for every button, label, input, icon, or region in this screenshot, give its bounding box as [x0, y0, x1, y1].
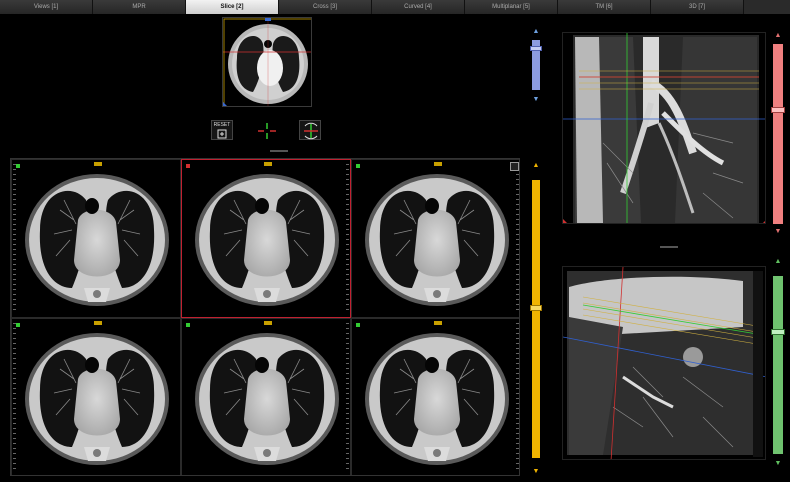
slice-cell[interactable]: [351, 318, 520, 476]
sagittal-view[interactable]: [562, 266, 766, 460]
down-arrow-icon[interactable]: ▼: [531, 468, 541, 476]
slice-marker: [94, 162, 102, 166]
ct-slice-image: [12, 160, 181, 318]
tab-slice[interactable]: Slice [2]: [186, 0, 279, 14]
reset-icon: [217, 129, 227, 139]
up-arrow-icon[interactable]: ▲: [531, 162, 541, 170]
navigator-image: [223, 18, 311, 106]
crosshair-icon: [258, 123, 276, 139]
layout-icon[interactable]: [510, 162, 519, 171]
splitter-handle[interactable]: [660, 246, 678, 248]
slice-cell[interactable]: [351, 159, 520, 318]
sagittal-slider-thumb[interactable]: [771, 329, 785, 336]
ruler: [13, 323, 16, 472]
coronal-view[interactable]: [562, 32, 766, 224]
slice-cell[interactable]: [11, 159, 181, 318]
ruler: [516, 164, 519, 313]
view-marker: [186, 323, 190, 327]
slice-marker: [94, 321, 102, 325]
slice-cell[interactable]: [181, 318, 351, 476]
rotate-button[interactable]: [299, 120, 321, 140]
crosshair-button[interactable]: [255, 120, 277, 140]
down-arrow-icon[interactable]: ▼: [773, 460, 783, 468]
ct-slice-image: [352, 319, 520, 476]
tab-curved[interactable]: Curved [4]: [372, 0, 465, 14]
slice-slider[interactable]: ▲ ▼: [529, 160, 543, 478]
slice-cell-active[interactable]: [181, 159, 351, 318]
coronal-slider-thumb[interactable]: [771, 107, 785, 113]
ct-slice-image: [182, 160, 351, 318]
slice-marker: [264, 321, 272, 325]
view-marker: [356, 323, 360, 327]
up-arrow-icon[interactable]: ▲: [531, 28, 541, 36]
slice-marker: [264, 162, 272, 166]
view-marker: [16, 323, 20, 327]
splitter-handle[interactable]: [270, 150, 288, 152]
navigator-slider-thumb[interactable]: [530, 46, 542, 51]
sagittal-slider[interactable]: ▲ ▼: [771, 258, 785, 468]
tab-multiplanar[interactable]: Multiplanar [5]: [465, 0, 558, 14]
down-arrow-icon[interactable]: ▼: [531, 96, 541, 104]
tab-views[interactable]: Views [1]: [0, 0, 93, 14]
view-marker: [356, 164, 360, 168]
rotate-icon: [304, 122, 318, 140]
ruler: [516, 323, 519, 472]
ct-slice-image: [352, 160, 520, 318]
up-arrow-icon[interactable]: ▲: [773, 32, 783, 40]
reset-button[interactable]: RESET: [211, 120, 233, 140]
slice-grid: [10, 158, 520, 476]
tab-cross[interactable]: Cross [3]: [279, 0, 372, 14]
slice-slider-thumb[interactable]: [530, 305, 542, 312]
sagittal-image: [563, 267, 765, 459]
slice-cell[interactable]: [11, 318, 181, 476]
coronal-slider[interactable]: ▲ ▼: [771, 32, 785, 236]
tab-mpr[interactable]: MPR: [93, 0, 186, 14]
ruler: [13, 164, 16, 313]
coronal-image: [563, 33, 765, 223]
sagittal-slider-track: [773, 276, 783, 454]
navigator-thumbnail[interactable]: [222, 17, 312, 107]
slice-slider-track: [532, 180, 540, 458]
tab-bar: Views [1] MPR Slice [2] Cross [3] Curved…: [0, 0, 790, 14]
tab-3d[interactable]: 3D [7]: [651, 0, 744, 14]
ruler: [346, 164, 349, 313]
slice-marker: [434, 162, 442, 166]
down-arrow-icon[interactable]: ▼: [773, 228, 783, 236]
navigator-slider[interactable]: ▲ ▼: [529, 26, 543, 106]
tab-tm[interactable]: TM [6]: [558, 0, 651, 14]
slice-marker: [434, 321, 442, 325]
up-arrow-icon[interactable]: ▲: [773, 258, 783, 266]
ct-slice-image: [182, 319, 351, 476]
view-marker: [16, 164, 20, 168]
coronal-slider-track: [773, 44, 783, 224]
ruler: [346, 323, 349, 472]
ct-slice-image: [12, 319, 181, 476]
tab-bar-spacer: [744, 0, 790, 14]
view-marker: [186, 164, 190, 168]
